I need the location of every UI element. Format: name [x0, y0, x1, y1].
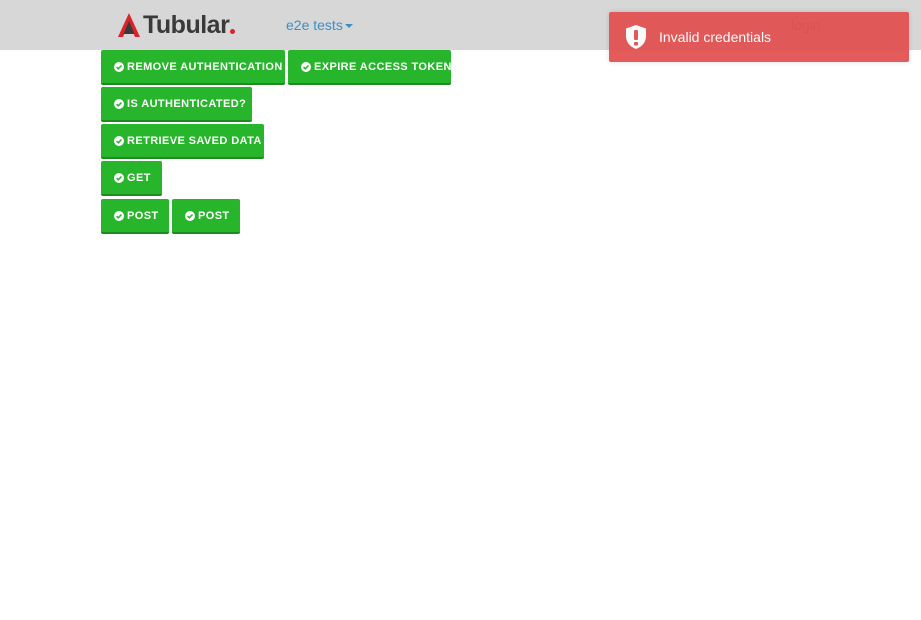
expire-access-token-button[interactable]: EXPIRE ACCESS TOKEN	[288, 50, 451, 85]
shield-exclamation-icon	[626, 25, 646, 49]
button-label: RETRIEVE SAVED DATA	[127, 134, 262, 147]
check-circle-icon	[114, 210, 124, 221]
remove-authentication-button[interactable]: REMOVE AUTHENTICATION	[101, 50, 285, 85]
button-label: POST	[198, 209, 230, 222]
is-authenticated-button[interactable]: IS AUTHENTICATED?	[101, 87, 252, 122]
button-label: GET	[127, 171, 151, 184]
check-circle-icon	[301, 61, 311, 72]
error-toast[interactable]: Invalid credentials	[609, 12, 909, 62]
brand-logo-link[interactable]: Tubular	[117, 11, 236, 39]
tubular-logo-icon	[118, 13, 140, 37]
post-button-2[interactable]: POST	[172, 199, 240, 234]
post-button[interactable]: POST	[101, 199, 169, 234]
toast-message: Invalid credentials	[659, 29, 772, 45]
check-circle-icon	[185, 210, 195, 221]
brand-dot-icon	[230, 28, 236, 34]
check-circle-icon	[114, 98, 124, 109]
dropdown-label: e2e tests	[286, 17, 343, 33]
caret-down-icon	[344, 24, 353, 28]
button-label: REMOVE AUTHENTICATION	[127, 60, 283, 73]
check-circle-icon	[114, 61, 124, 72]
button-label: EXPIRE ACCESS TOKEN	[314, 60, 452, 73]
brand-name: Tubular	[143, 11, 230, 39]
e2e-tests-dropdown[interactable]: e2e tests	[286, 17, 353, 33]
check-circle-icon	[114, 172, 124, 183]
check-circle-icon	[114, 135, 124, 146]
button-label: IS AUTHENTICATED?	[127, 97, 247, 110]
retrieve-saved-data-button[interactable]: RETRIEVE SAVED DATA	[101, 124, 264, 159]
button-label: POST	[127, 209, 159, 222]
get-button[interactable]: GET	[101, 161, 162, 196]
